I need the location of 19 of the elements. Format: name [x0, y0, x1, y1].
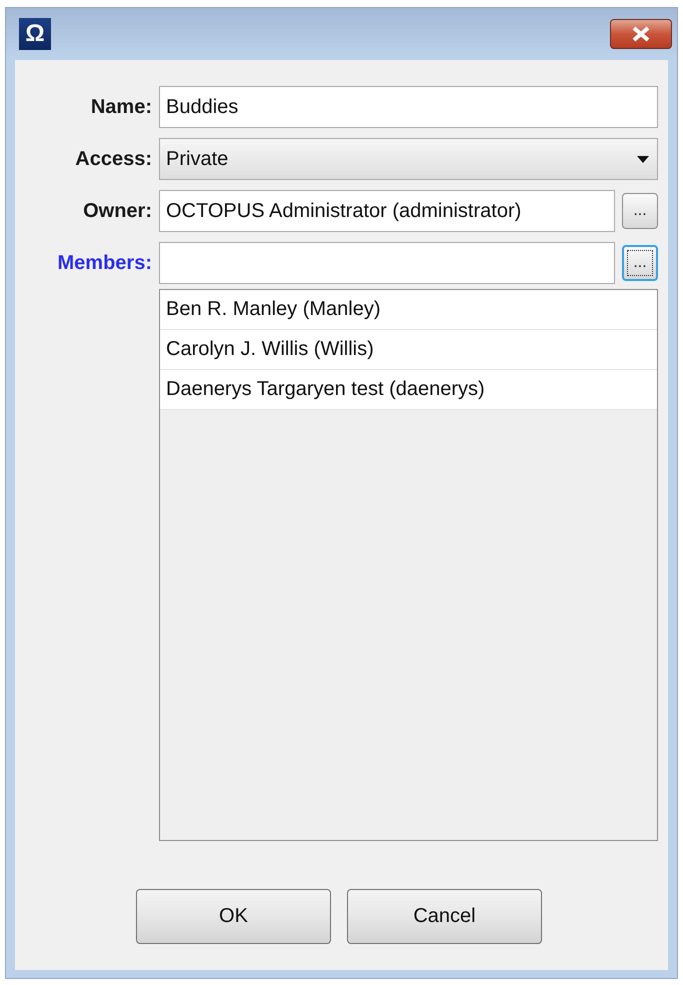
- list-item[interactable]: Daenerys Targaryen test (daenerys): [160, 370, 657, 410]
- field-label: Access:: [75, 148, 152, 170]
- caret-icon: [637, 156, 649, 162]
- browse-button[interactable]: ...: [622, 245, 658, 281]
- close-icon: [630, 26, 652, 42]
- list-item[interactable]: Ben R. Manley (Manley): [160, 290, 657, 330]
- close-button[interactable]: [610, 19, 672, 49]
- picker-field[interactable]: [159, 242, 615, 284]
- field-label: Members:: [58, 252, 152, 274]
- cancel-button[interactable]: Cancel: [347, 889, 542, 944]
- name-field[interactable]: Buddies: [159, 86, 658, 128]
- field-label: Name:: [90, 96, 152, 118]
- browse-button[interactable]: ...: [622, 193, 658, 229]
- app-icon: Ω: [19, 18, 51, 50]
- access-dropdown[interactable]: Private: [159, 138, 658, 180]
- ok-button[interactable]: OK: [136, 889, 331, 944]
- list-item[interactable]: Carolyn J. Willis (Willis): [160, 330, 657, 370]
- field-label: Owner:: [83, 200, 152, 222]
- picker-field[interactable]: OCTOPUS Administrator (administrator): [159, 190, 615, 232]
